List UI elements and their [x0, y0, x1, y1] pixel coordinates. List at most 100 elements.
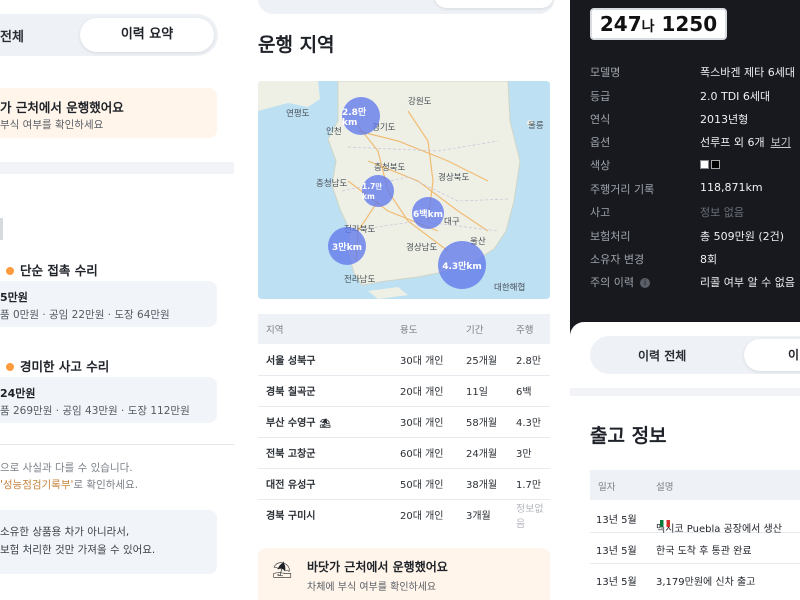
spec-row: 주의 이력 i 리콜 여부 알 수 없음	[590, 274, 800, 294]
spec-value: 리콜 여부 알 수 없음	[700, 276, 795, 289]
cell-desc: 한국 도착 후 통관 완료	[656, 546, 752, 557]
repair-dot-icon	[6, 266, 14, 275]
table-row: 13년 5월 멕시코 Puebla 공장에서 생산	[590, 502, 800, 535]
page-title: 운행 지역	[258, 34, 335, 56]
history-tab-switch: 이력 전체 이	[590, 336, 800, 374]
inspection-record-link[interactable]: '성능점검기록부'	[0, 479, 73, 491]
spec-value: 정보 없음	[700, 206, 744, 219]
disclaimer-text: '성능점검기록부'로 확인하세요.	[0, 479, 139, 491]
cell-date: 13년 5월	[596, 577, 637, 588]
spec-label: 주행거리 기록	[590, 183, 655, 196]
notice-subtitle: 부식 여부를 확인하세요	[0, 119, 104, 131]
vehicle-panel: 247나 1250 모델명 폭스바겐 제타 6세대 등급 2.0 TDI 6세대 연…	[570, 0, 800, 600]
repair-title: 단순 접촉 수리	[6, 260, 98, 279]
cell-region: 전북 고창군	[258, 437, 392, 469]
color-swatch-white	[700, 159, 709, 169]
map-label: 충청북도	[374, 163, 406, 173]
spec-label: 모델명	[590, 66, 621, 79]
spec-label: 사고	[590, 206, 611, 219]
timeline-marker	[0, 218, 3, 240]
map-label: 울릉	[528, 121, 544, 131]
repair-card[interactable]: 24만원 품 269만원 · 공임 43만원 · 도장 112만원	[0, 377, 217, 423]
tab-other[interactable]: 이	[744, 339, 800, 371]
distance-bubble[interactable]: 1.7만km	[362, 175, 394, 207]
repair-title: 경미한 사고 수리	[6, 356, 109, 375]
spec-label: 연식	[590, 113, 611, 126]
distance-bubble[interactable]: 3만km	[328, 227, 366, 265]
cell-period: 25개월	[458, 344, 508, 376]
repair-amount: 5만원	[0, 291, 28, 304]
cell-region: 대전 유성구	[258, 468, 392, 500]
tab-knob[interactable]	[434, 0, 554, 8]
cell-distance: 4.3만	[508, 406, 550, 438]
info-icon[interactable]: i	[639, 278, 650, 288]
license-plate: 247나 1250	[590, 8, 727, 40]
tab-all-history[interactable]: 이력 전체	[638, 347, 686, 364]
distance-bubble[interactable]: 4.3만km	[438, 241, 486, 289]
cell-date: 13년 5월	[596, 515, 637, 526]
cell-distance: 정보없음	[516, 503, 544, 530]
spec-value: 8회	[700, 253, 718, 266]
repair-dot-icon	[6, 362, 14, 371]
options-view-link[interactable]: 보기	[771, 136, 791, 149]
map-label: 강원도	[408, 97, 432, 107]
map-label: 인천	[326, 127, 342, 137]
coastal-notice: ⛱ 바닷가 근처에서 운행했어요 차체에 부식 여부를 확인하세요	[258, 548, 550, 600]
table-row: 경북 칠곡군 20대 개인 11일 6백	[258, 375, 550, 407]
spec-row: 사고 정보 없음	[590, 204, 800, 224]
table-row: 서울 성북구 30대 개인 25개월 2.8만	[258, 344, 550, 376]
repair-detail: 품 0만원 · 공임 22만원 · 도장 64만원	[0, 309, 170, 321]
column-header: 기간	[458, 314, 508, 344]
spec-value: 선루프 외 6개 보기	[700, 136, 791, 149]
cell-date: 13년 5월	[596, 546, 637, 557]
cell-period: 58개월	[458, 406, 508, 438]
cell-use: 60대 개인	[392, 437, 458, 469]
table-row: 부산 수영구 ⛱ 30대 개인 58개월 4.3만	[258, 406, 550, 438]
repair-amount: 24만원	[0, 387, 36, 400]
table-row: 경북 구미시 20대 개인 3개월 정보없음	[258, 499, 550, 530]
spec-row: 연식 2013년형	[590, 111, 800, 131]
notice-title: 바닷가 근처에서 운행했어요	[307, 560, 448, 574]
column-header: 주행	[508, 314, 550, 344]
cell-distance: 6백	[508, 375, 550, 407]
map-label: 대한해협	[494, 283, 526, 293]
vehicle-summary: 247나 1250 모델명 폭스바겐 제타 6세대 등급 2.0 TDI 6세대 연…	[570, 0, 800, 336]
table-header: 일자 설명	[590, 470, 800, 500]
spec-row: 색상	[590, 157, 800, 177]
spec-label: 소유자 변경	[590, 253, 645, 266]
region-map[interactable]: 연평도 강원도 인천 경기도 울릉 충청북도 충청남도 경상북도 전라북도 대구…	[258, 81, 550, 299]
cell-use: 30대 개인	[392, 344, 458, 376]
cell-use: 30대 개인	[392, 406, 458, 438]
coastal-notice: 가 근처에서 운행했어요 부식 여부를 확인하세요	[0, 88, 217, 138]
distance-bubble[interactable]: 6백km	[412, 197, 444, 229]
divider	[0, 444, 234, 445]
spec-label: 등급	[590, 90, 611, 103]
table-header: 지역 용도 기간 주행	[258, 314, 550, 344]
cell-region: 경북 구미시	[266, 511, 316, 523]
column-header: 지역	[258, 314, 392, 344]
cell-period: 11일	[458, 375, 508, 407]
map-label: 경상북도	[438, 173, 470, 183]
cell-period: 3개월	[466, 511, 491, 523]
cell-distance: 2.8만	[508, 344, 550, 376]
spec-label: 주의 이력 i	[590, 274, 650, 290]
repair-card[interactable]: 5만원 품 0만원 · 공임 22만원 · 도장 64만원	[0, 281, 217, 327]
spec-value: 폭스바겐 제타 6세대	[700, 66, 795, 79]
spec-label: 색상	[590, 159, 611, 172]
distance-bubble[interactable]: 2.8만km	[342, 97, 380, 135]
column-header: 일자	[598, 482, 616, 493]
history-summary-panel: 전체 이력 요약 가 근처에서 운행했어요 부식 여부를 확인하세요 단순 접촉…	[0, 0, 234, 600]
color-swatch-black	[711, 159, 720, 169]
map-label: 연평도	[286, 109, 310, 119]
cell-use: 50대 개인	[392, 468, 458, 500]
spec-value: 2013년형	[700, 113, 749, 126]
tab-all[interactable]: 전체	[0, 26, 24, 45]
parasol-icon: ⛱	[319, 419, 331, 429]
section-divider	[570, 388, 800, 396]
insurance-note: 소유한 상품용 차가 아니라서, 보험 처리한 것만 가져올 수 있어요.	[0, 510, 217, 574]
cell-region: 경북 칠곡군	[258, 375, 392, 407]
cell-region: 부산 수영구 ⛱	[258, 406, 392, 438]
column-header: 설명	[656, 482, 674, 493]
tab-summary[interactable]: 이력 요약	[80, 18, 214, 52]
region-panel: 운행 지역 연평도 강원도 인천 경기도 울릉 충청북도 충청남도 경상북도 전…	[234, 0, 570, 600]
